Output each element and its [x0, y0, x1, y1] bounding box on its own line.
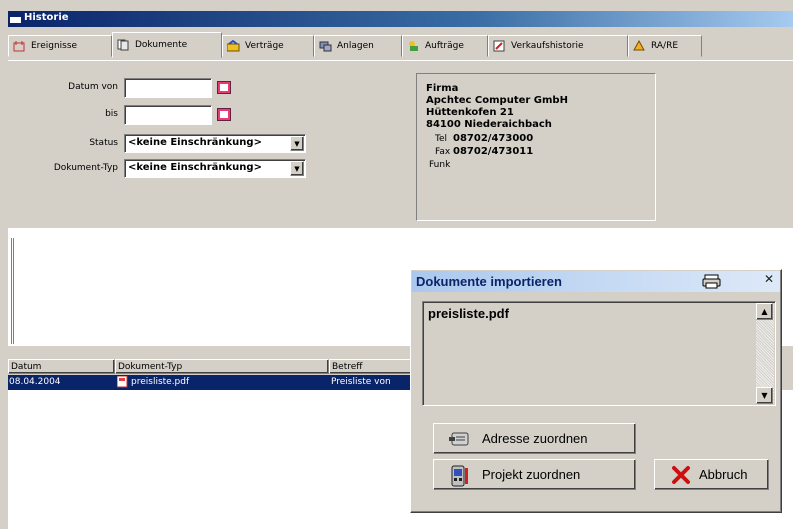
status-value: <keine Einschränkung> [128, 137, 262, 148]
pdf-icon [116, 375, 128, 391]
date-to-input[interactable] [124, 105, 212, 125]
tab-vertraege[interactable]: Verträge [222, 35, 314, 57]
tel-value: 08702/473000 [453, 133, 534, 144]
project-icon [448, 465, 470, 486]
contracts-icon [226, 39, 240, 52]
window-icon [10, 14, 21, 23]
assign-address-button[interactable]: Adresse zuordnen [433, 423, 636, 454]
assign-project-label: Projekt zuordnen [482, 467, 581, 482]
calendar-icon[interactable] [217, 81, 231, 94]
cancel-label: Abbruch [699, 467, 748, 482]
doctype-label: Dokument-Typ [53, 163, 118, 173]
calendar-icon[interactable] [217, 108, 231, 121]
cancel-button[interactable]: Abbruch [654, 459, 769, 490]
fax-value: 08702/473011 [453, 146, 534, 157]
tab-verkaufshistorie[interactable]: Verkaufshistorie [488, 35, 628, 57]
tab-label: RA/RE [651, 41, 679, 51]
column-header-dokument-typ[interactable]: Dokument-Typ [115, 359, 329, 374]
date-from-input[interactable] [124, 78, 212, 98]
company-name: Apchtec Computer GmbH [426, 95, 568, 106]
chevron-down-icon[interactable]: ▼ [290, 136, 304, 151]
tab-dokumente[interactable]: Dokumente [112, 32, 222, 58]
tab-strip: Ereignisse Dokumente Verträge Anlagen Au… [8, 29, 793, 61]
dialog-title-bar[interactable]: Dokumente importieren [412, 271, 780, 292]
chevron-down-icon[interactable]: ▼ [290, 161, 304, 176]
cell-datum: 08.04.2004 [9, 377, 61, 387]
company-city: 84100 Niederaichbach [426, 119, 552, 130]
tab-ra-re[interactable]: RA/RE [628, 35, 702, 57]
company-label: Firma [426, 83, 459, 94]
events-icon [13, 40, 26, 52]
doctype-value: <keine Einschränkung> [128, 162, 262, 173]
date-to-label: bis [105, 109, 118, 119]
tab-label: Verkaufshistorie [511, 41, 584, 51]
list-item[interactable]: preisliste.pdf [428, 306, 509, 321]
scroll-down-icon[interactable]: ▼ [756, 387, 773, 404]
window-title: Historie [24, 12, 69, 23]
sales-history-icon [493, 40, 506, 52]
documents-icon [117, 39, 130, 51]
column-header-datum[interactable]: Datum [8, 359, 115, 374]
close-icon[interactable]: ✕ [762, 273, 776, 287]
company-street: Hüttenkofen 21 [426, 107, 514, 118]
funk-label: Funk [429, 160, 451, 170]
tab-label: Dokumente [135, 40, 188, 50]
tab-anlagen[interactable]: Anlagen [314, 35, 402, 57]
tab-label: Verträge [245, 41, 284, 51]
tel-label: Tel [435, 134, 448, 144]
doctype-select[interactable]: <keine Einschränkung> [124, 159, 306, 178]
dialog-title: Dokumente importieren [416, 274, 562, 289]
tab-label: Aufträge [425, 41, 464, 51]
tab-ereignisse[interactable]: Ereignisse [8, 35, 112, 57]
assign-address-label: Adresse zuordnen [482, 431, 588, 446]
title-bar[interactable]: Historie [8, 11, 793, 27]
cell-dokument-typ: preisliste.pdf [131, 377, 190, 387]
table-row[interactable]: 08.04.2004 preisliste.pdf Preisliste von [8, 375, 418, 390]
tab-auftraege[interactable]: Aufträge [402, 35, 488, 57]
assets-icon [319, 40, 332, 52]
cell-betreff: Preisliste von [331, 377, 391, 387]
splitter-handle[interactable] [11, 238, 14, 344]
tab-label: Anlagen [337, 41, 374, 51]
tab-divider [8, 60, 793, 61]
company-info-box: Firma Apchtec Computer GmbH Hüttenkofen … [416, 73, 656, 221]
date-from-label: Datum von [68, 82, 118, 92]
invoice-icon [633, 39, 646, 52]
address-card-icon [448, 429, 470, 449]
status-select[interactable]: <keine Einschränkung> [124, 134, 306, 153]
print-icon[interactable] [702, 274, 722, 289]
scroll-up-icon[interactable]: ▲ [756, 303, 773, 320]
fax-label: Fax [435, 147, 451, 157]
cancel-x-icon [671, 465, 693, 485]
assign-project-button[interactable]: Projekt zuordnen [433, 459, 636, 490]
status-label: Status [89, 138, 118, 148]
orders-icon [407, 40, 420, 52]
tab-label: Ereignisse [31, 41, 78, 51]
